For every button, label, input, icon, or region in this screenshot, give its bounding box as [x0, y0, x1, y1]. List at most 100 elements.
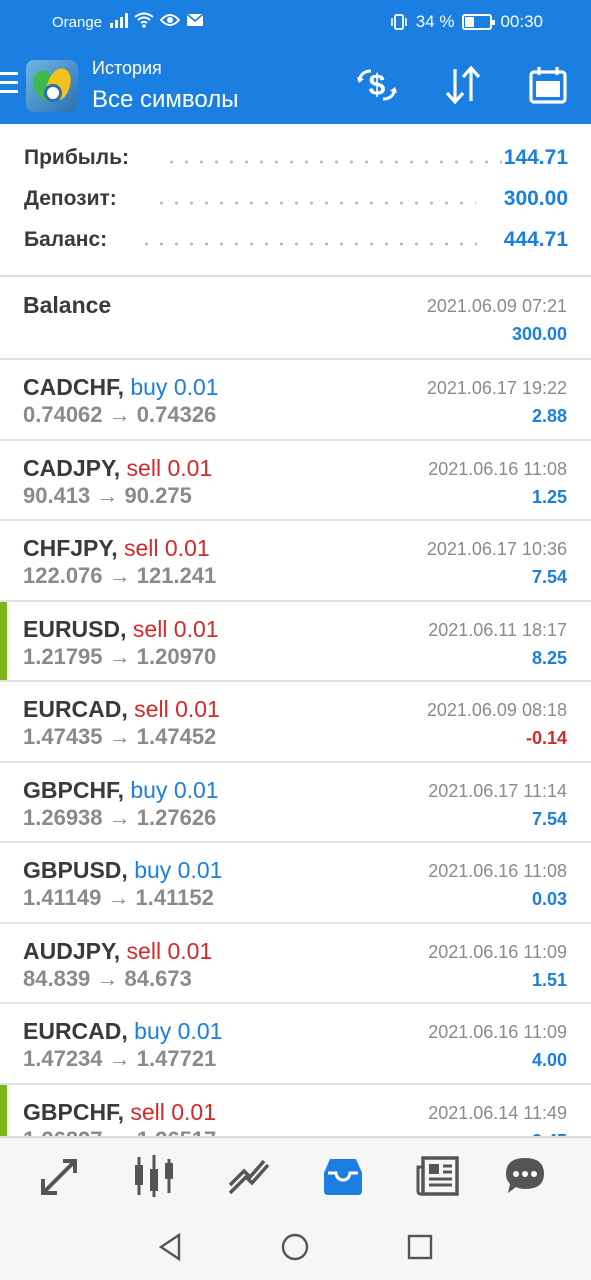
deal-prices: 1.47234 → 1.47721 — [23, 1046, 216, 1072]
deal-marker — [0, 1084, 7, 1136]
wifi-icon — [134, 12, 154, 28]
system-nav-bar — [0, 1214, 591, 1280]
deal-title: GBPCHF, buy 0.01 — [23, 777, 219, 804]
battery-icon — [462, 14, 496, 30]
deal-open-price: 122.076 — [23, 563, 103, 588]
deal-prices: 1.47435 → 1.47452 — [23, 724, 216, 750]
deal-symbol: EURUSD — [23, 615, 121, 642]
deal-title: AUDJPY, sell 0.01 — [23, 938, 212, 965]
deal-separator: , — [117, 776, 131, 803]
sort-button[interactable] — [440, 62, 486, 108]
deal-row[interactable]: EURCAD, sell 0.01 1.47435 → 1.47452 2021.0… — [0, 682, 591, 763]
profit-label: Прибыль: — [24, 146, 129, 169]
back-button[interactable] — [150, 1230, 190, 1264]
deal-prices: 1.21795 → 1.20970 — [23, 644, 216, 670]
deal-row[interactable]: GBPUSD, buy 0.01 1.41149 → 1.41152 2021.06… — [0, 843, 591, 924]
app-root: Orange 34 % 00:30 История Все символы $ — [0, 0, 591, 1280]
tab-chat[interactable] — [500, 1148, 550, 1204]
tab-news[interactable] — [413, 1148, 463, 1204]
svg-text:$: $ — [369, 69, 386, 102]
deal-date: 2021.06.17 10:36 — [426, 539, 567, 559]
arrow-right-icon: → — [90, 965, 125, 991]
status-bar: Orange 34 % 00:30 — [0, 0, 591, 46]
deal-title: CHFJPY, sell 0.01 — [23, 535, 210, 562]
currency-exchange-button[interactable]: $ — [354, 62, 400, 108]
deal-symbol: EURCAD — [23, 1018, 122, 1044]
currency-exchange-icon: $ — [357, 69, 397, 102]
deal-profit: 7.54 — [531, 567, 567, 587]
tab-trade-log[interactable] — [224, 1148, 274, 1204]
deal-direction: sell 0.01 — [130, 1098, 217, 1125]
deal-direction: sell 0.01 — [132, 615, 219, 642]
deal-open-price: 1.26938 — [23, 804, 103, 830]
deal-symbol: AUDJPY — [23, 937, 114, 964]
deal-profit: 7.54 — [531, 808, 567, 829]
chart-icon — [135, 1155, 173, 1197]
tab-charts[interactable] — [129, 1148, 179, 1204]
balance-entry[interactable]: Balance 2021.06.09 07:21 300.00 — [0, 278, 591, 360]
arrow-right-icon: → — [101, 885, 136, 910]
tab-trade[interactable] — [35, 1148, 85, 1204]
deal-profit: 1.51 — [531, 969, 567, 990]
deal-date: 2021.06.11 18:17 — [428, 619, 567, 640]
deal-profit: -0.14 — [525, 728, 567, 748]
deal-open-price: 1.41149 — [23, 885, 102, 910]
deal-row[interactable]: CADJPY, sell 0.01 90.413 → 90.275 2021.06.… — [0, 441, 591, 521]
deal-row[interactable]: CADCHF, buy 0.01 0.74062 → 0.74326 2021.06… — [0, 360, 591, 441]
deal-symbol: CHFJPY — [23, 535, 112, 561]
deal-date: 2021.06.16 11:08 — [428, 861, 567, 881]
deal-separator: , — [117, 1098, 131, 1125]
deal-prices: 84.839 → 84.673 — [23, 966, 192, 992]
deal-symbol: CADCHF — [23, 374, 118, 400]
deal-close-price: 1.47721 — [136, 1046, 217, 1071]
period-button[interactable] — [525, 62, 571, 108]
deal-direction: buy 0.01 — [134, 1018, 223, 1044]
deposit-row: Депозит: 300.00 — [24, 187, 568, 217]
sort-icon — [445, 65, 481, 105]
deal-row[interactable]: GBPCHF, sell 0.011.26827 → 1.265172021.0… — [0, 1084, 591, 1137]
deal-title: EURUSD, sell 0.01 — [23, 616, 219, 643]
deal-profit: 2.88 — [531, 406, 567, 426]
deal-open-price: 0.74062 — [23, 402, 103, 427]
deal-row[interactable]: CHFJPY, sell 0.01 122.076 → 121.241 2021.0… — [0, 521, 591, 602]
deal-direction: sell 0.01 — [123, 535, 210, 561]
home-button[interactable] — [275, 1230, 315, 1264]
deal-close-price: 121.241 — [136, 563, 217, 588]
symbol-filter[interactable]: Все символы — [92, 86, 238, 114]
deal-profit: 4.00 — [531, 1050, 567, 1070]
app-header: Orange 34 % 00:30 История Все символы $ — [0, 0, 591, 124]
deal-title: CADCHF, buy 0.01 — [23, 374, 219, 401]
deposit-label: Депозит: — [24, 187, 117, 210]
deal-row[interactable]: AUDJPY, sell 0.01 84.839 → 84.673 2021.06.… — [0, 924, 591, 1004]
deposit-value: 300.00 — [503, 187, 568, 210]
deal-symbol: GBPUSD — [23, 857, 122, 883]
menu-icon[interactable] — [0, 72, 18, 100]
deal-direction: sell 0.01 — [126, 937, 213, 964]
deal-prices: 1.26938 → 1.27626 — [23, 805, 216, 831]
deal-title: EURCAD, buy 0.01 — [23, 1018, 222, 1045]
deal-close-price: 0.74326 — [136, 402, 217, 427]
recents-button[interactable] — [400, 1230, 440, 1264]
page-title: История — [92, 58, 162, 78]
news-icon — [416, 1156, 459, 1196]
deal-date: 2021.06.09 07:21 — [426, 296, 567, 316]
deal-row[interactable]: EURCAD, buy 0.01 1.47234 → 1.47721 2021.06… — [0, 1004, 591, 1085]
tab-history[interactable] — [318, 1148, 368, 1204]
deal-close-price: 1.47452 — [136, 724, 217, 749]
deal-separator: , — [121, 696, 135, 722]
deal-separator: , — [113, 454, 127, 481]
deal-row[interactable]: GBPCHF, buy 0.01 1.26938 → 1.27626 2021.06… — [0, 763, 591, 843]
leader-dots — [139, 242, 477, 246]
status-right: 34 % 00:30 — [390, 12, 543, 32]
deal-prices: 1.41149 → 1.41152 — [23, 885, 214, 911]
deal-date: 2021.06.16 11:09 — [428, 941, 567, 962]
calendar-icon — [529, 67, 567, 104]
deal-prices: 1.26827 → 1.26517 — [23, 1127, 216, 1137]
history-list[interactable]: Balance 2021.06.09 07:21 300.00 CADCHF, … — [0, 278, 591, 1136]
deal-row[interactable]: EURUSD, sell 0.01 1.21795 → 1.20970 2021.0… — [0, 601, 591, 682]
deal-symbol: GBPCHF — [23, 776, 118, 803]
deal-profit: 300.00 — [511, 324, 567, 344]
leader-dots — [154, 201, 476, 205]
deal-date: 2021.06.16 11:08 — [428, 458, 567, 479]
deal-prices: 90.413 → 90.275 — [23, 483, 192, 509]
